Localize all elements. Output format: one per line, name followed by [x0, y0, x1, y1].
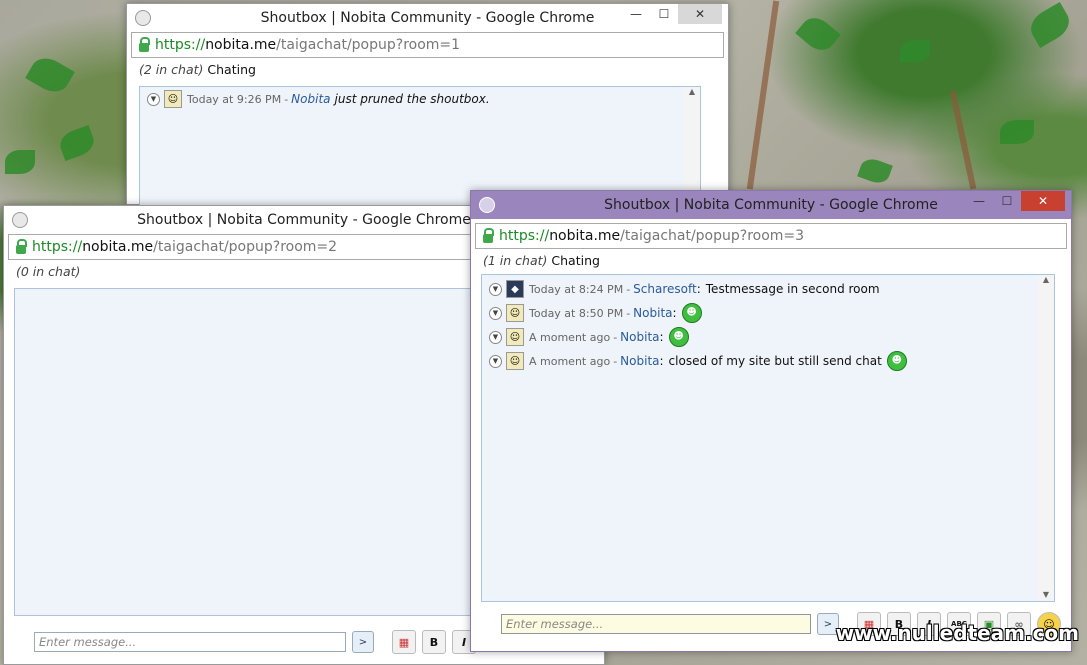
maximize-icon[interactable]: ☐ — [650, 4, 678, 24]
message-row: ▼ ☺ A moment ago - Nobita: closed of my … — [482, 349, 1054, 373]
message-time: Today at 8:24 PM — [529, 282, 624, 296]
chat-count: (2 in chat) — [139, 62, 204, 77]
lock-icon — [16, 238, 27, 254]
url-host: nobita.me — [82, 239, 154, 255]
separator: - — [626, 306, 631, 320]
chrome-icon — [479, 197, 495, 213]
message-user[interactable]: Nobita — [633, 306, 672, 320]
chat-count: (1 in chat) — [483, 253, 548, 268]
message-user[interactable]: Nobita — [620, 354, 659, 368]
colon: : — [672, 306, 677, 320]
chat-count: (0 in chat) — [16, 264, 81, 279]
chat-status: (1 in chat) Chating — [471, 249, 1071, 272]
minimize-icon[interactable]: — — [965, 191, 993, 211]
message-row: ▼ ◆ Today at 8:24 PM - Scharesoft: Testm… — [482, 277, 1054, 301]
minimize-icon[interactable]: — — [622, 4, 650, 24]
url-path: /taigachat/popup?room=3 — [620, 228, 805, 244]
url-host: nobita.me — [205, 37, 277, 53]
chrome-icon — [12, 212, 28, 228]
window-controls: — ☐ ✕ — [622, 4, 722, 24]
avatar-icon[interactable]: ☺ — [506, 328, 524, 346]
collapse-icon[interactable]: ▼ — [147, 92, 160, 106]
collapse-icon[interactable]: ▼ — [489, 282, 502, 296]
colon: : — [659, 330, 664, 344]
scrollbar[interactable]: ▲ — [684, 87, 700, 205]
url-scheme: https:// — [155, 37, 206, 53]
message-row: ▼ ☺ Today at 9:26 PM - Nobita just prune… — [140, 87, 700, 111]
message-list[interactable]: ▼ ◆ Today at 8:24 PM - Scharesoft: Testm… — [481, 274, 1055, 602]
message-time: Today at 9:26 PM — [187, 92, 282, 106]
input-row: Enter message... > ▦ B I — [34, 630, 476, 654]
colon: : — [696, 282, 701, 296]
chat-status: (2 in chat) Chating — [127, 58, 728, 81]
window-title: Shoutbox | Nobita Community - Google Chr… — [260, 10, 595, 26]
color-palette-icon[interactable]: ▦ — [392, 630, 416, 654]
titlebar: Shoutbox | Nobita Community - Google Chr… — [471, 191, 1071, 219]
send-button[interactable]: > — [352, 631, 374, 653]
avatar-icon[interactable]: ◆ — [506, 280, 524, 298]
browser-window-room1: Shoutbox | Nobita Community - Google Chr… — [126, 3, 729, 206]
url-host: nobita.me — [549, 228, 621, 244]
window-title: Shoutbox | Nobita Community - Google Chr… — [604, 197, 938, 213]
message-text: just pruned the shoutbox. — [334, 92, 490, 106]
message-user[interactable]: Nobita — [620, 330, 659, 344]
url-path: /taigachat/popup?room=2 — [153, 239, 338, 255]
scrollbar[interactable]: ▲ ▼ — [1038, 275, 1054, 601]
grin-smiley-icon: ☻ — [681, 303, 702, 323]
avatar-icon[interactable]: ☺ — [506, 304, 524, 322]
chat-status-label: Chating — [551, 253, 600, 268]
collapse-icon[interactable]: ▼ — [489, 306, 502, 320]
scroll-up-icon[interactable]: ▲ — [1038, 275, 1054, 284]
close-icon[interactable]: ✕ — [678, 4, 722, 24]
message-row: ▼ ☺ Today at 8:50 PM - Nobita: ☻ — [482, 301, 1054, 325]
separator: - — [613, 330, 618, 344]
scroll-down-icon[interactable]: ▼ — [1038, 590, 1054, 599]
window-controls: — ☐ ✕ — [965, 191, 1065, 211]
collapse-icon[interactable]: ▼ — [489, 354, 502, 368]
grin-smiley-icon: ☻ — [668, 327, 689, 347]
watermark: www.nulledteam.com — [835, 621, 1079, 645]
separator: - — [284, 92, 289, 106]
message-input[interactable]: Enter message... — [34, 632, 346, 652]
close-icon[interactable]: ✕ — [1021, 191, 1065, 211]
grin-smiley-icon: ☻ — [886, 351, 907, 371]
url-scheme: https:// — [499, 228, 550, 244]
message-time: A moment ago — [529, 330, 611, 344]
browser-window-room3: Shoutbox | Nobita Community - Google Chr… — [470, 190, 1072, 652]
message-row: ▼ ☺ A moment ago - Nobita: ☻ — [482, 325, 1054, 349]
chrome-icon — [135, 10, 151, 26]
address-bar[interactable]: https:// nobita.me /taigachat/popup?room… — [131, 32, 724, 58]
message-input[interactable]: Enter message... — [501, 614, 811, 634]
separator: - — [626, 282, 631, 296]
message-text: closed of my site but still send chat — [668, 354, 882, 368]
message-time: A moment ago — [529, 354, 611, 368]
avatar-icon[interactable]: ☺ — [164, 90, 182, 108]
message-list[interactable]: ▼ ☺ Today at 9:26 PM - Nobita just prune… — [139, 86, 701, 206]
message-time: Today at 8:50 PM — [529, 306, 624, 320]
message-user[interactable]: Scharesoft — [633, 282, 697, 296]
separator: - — [613, 354, 618, 368]
message-user[interactable]: Nobita — [291, 92, 330, 106]
lock-icon — [483, 227, 494, 243]
message-text: Testmessage in second room — [705, 282, 880, 296]
url-scheme: https:// — [32, 239, 83, 255]
collapse-icon[interactable]: ▼ — [489, 330, 502, 344]
colon: : — [659, 354, 664, 368]
url-path: /taigachat/popup?room=1 — [276, 37, 461, 53]
bold-button[interactable]: B — [422, 630, 446, 654]
titlebar: Shoutbox | Nobita Community - Google Chr… — [127, 4, 728, 32]
chat-status-label: Chating — [207, 62, 256, 77]
window-title: Shoutbox | Nobita Community - Google Chr… — [137, 212, 471, 228]
avatar-icon[interactable]: ☺ — [506, 352, 524, 370]
maximize-icon[interactable]: ☐ — [993, 191, 1021, 211]
address-bar[interactable]: https:// nobita.me /taigachat/popup?room… — [475, 223, 1067, 249]
lock-icon — [139, 36, 150, 52]
